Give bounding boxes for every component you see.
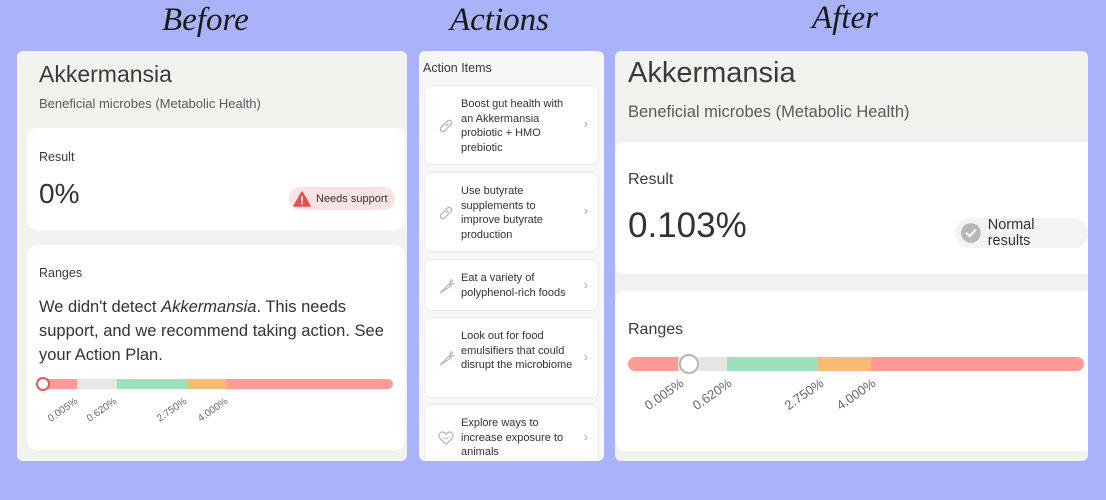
check-circle-icon <box>960 223 981 243</box>
after-tick-4: 4.000% <box>833 375 879 413</box>
chevron-right-icon: › <box>583 203 588 218</box>
before-tick-1: 0.005% <box>46 395 81 425</box>
action-item-label: Eat a variety of polyphenol-rich foods <box>461 272 566 299</box>
actions-title: Action Items <box>423 61 492 75</box>
actions-panel: Action Items Boost gut health with an Ak… <box>419 51 604 461</box>
after-title: Akkermansia <box>628 57 796 89</box>
range-seg-high <box>227 379 393 389</box>
range-seg-low <box>628 357 678 371</box>
action-item-butyrate[interactable]: Use butyrate supplements to improve buty… <box>424 172 599 252</box>
before-result-value: 0% <box>39 178 80 209</box>
action-item-polyphenol[interactable]: Eat a variety of polyphenol-rich foods › <box>424 259 599 311</box>
range-seg-elevated <box>187 379 227 389</box>
after-result-label: Result <box>628 171 674 188</box>
chevron-right-icon: › <box>583 116 588 131</box>
after-subtitle: Beneficial microbes (Metabolic Health) <box>628 103 910 121</box>
range-seg-normal <box>117 379 187 389</box>
before-range-bar <box>39 379 393 389</box>
pill-icon <box>439 206 453 220</box>
range-seg-borderline <box>77 379 117 389</box>
heart-icon <box>438 431 454 445</box>
action-item-label: Explore ways to increase exposure to ani… <box>461 417 564 458</box>
action-item-emulsifiers[interactable]: Look out for food emulsifiers that could… <box>424 317 599 398</box>
chevron-right-icon: › <box>583 429 588 444</box>
needs-support-badge: Needs support <box>289 187 395 210</box>
after-panel: Akkermansia Beneficial microbes (Metabol… <box>615 51 1088 461</box>
description-species: Akkermansia <box>161 298 257 316</box>
after-ranges-card: Ranges 0.005% 0.620% 2.750% 4.000% <box>615 291 1088 451</box>
pill-icon <box>439 119 453 133</box>
warning-icon <box>293 190 311 207</box>
before-panel: Akkermansia Beneficial microbes (Metabol… <box>17 51 407 461</box>
needs-support-label: Needs support <box>316 192 388 205</box>
action-item-label: Boost gut health with an Akkermansia pro… <box>461 98 564 154</box>
after-result-value: 0.103% <box>628 206 747 245</box>
range-seg-high <box>871 357 1084 371</box>
before-tick-3: 2.750% <box>155 395 190 425</box>
action-item-animals[interactable]: Explore ways to increase exposure to ani… <box>424 404 599 461</box>
range-seg-normal <box>727 357 818 371</box>
description-part-1: We didn't detect <box>39 298 162 316</box>
before-heading: Before <box>162 2 249 38</box>
before-title: Akkermansia <box>39 61 172 87</box>
carrot-icon <box>439 350 455 366</box>
after-tick-2: 0.620% <box>689 375 735 413</box>
before-result-card: Result 0% Needs support <box>27 128 405 230</box>
chevron-right-icon: › <box>583 277 588 292</box>
after-result-card: Result 0.103% Normal results <box>615 142 1088 274</box>
after-range-marker <box>679 354 699 374</box>
action-item-probiotic[interactable]: Boost gut health with an Akkermansia pro… <box>424 85 599 165</box>
action-item-label: Look out for food emulsifiers that could… <box>461 330 573 371</box>
before-ranges-card: Ranges We didn't detect Akkermansia. Thi… <box>27 245 405 450</box>
before-subtitle: Beneficial microbes (Metabolic Health) <box>39 96 261 111</box>
after-ranges-label: Ranges <box>628 321 684 338</box>
chevron-right-icon: › <box>583 349 588 364</box>
action-item-label: Use butyrate supplements to improve buty… <box>461 185 543 241</box>
normal-results-label: Normal results <box>987 217 1035 249</box>
after-heading: After <box>812 0 878 36</box>
actions-heading: Actions <box>450 2 549 38</box>
before-tick-4: 4.000% <box>196 395 231 425</box>
after-tick-3: 2.750% <box>781 375 827 413</box>
range-seg-elevated <box>818 357 871 371</box>
before-range-marker <box>36 377 50 391</box>
normal-results-badge: Normal results <box>955 217 1088 249</box>
before-result-label: Result <box>39 150 75 164</box>
before-ranges-label: Ranges <box>39 266 83 280</box>
before-ranges-description: We didn't detect Akkermansia. This needs… <box>39 295 399 367</box>
before-tick-2: 0.620% <box>85 395 120 425</box>
carrot-icon <box>439 278 455 294</box>
after-tick-1: 0.005% <box>641 375 687 413</box>
